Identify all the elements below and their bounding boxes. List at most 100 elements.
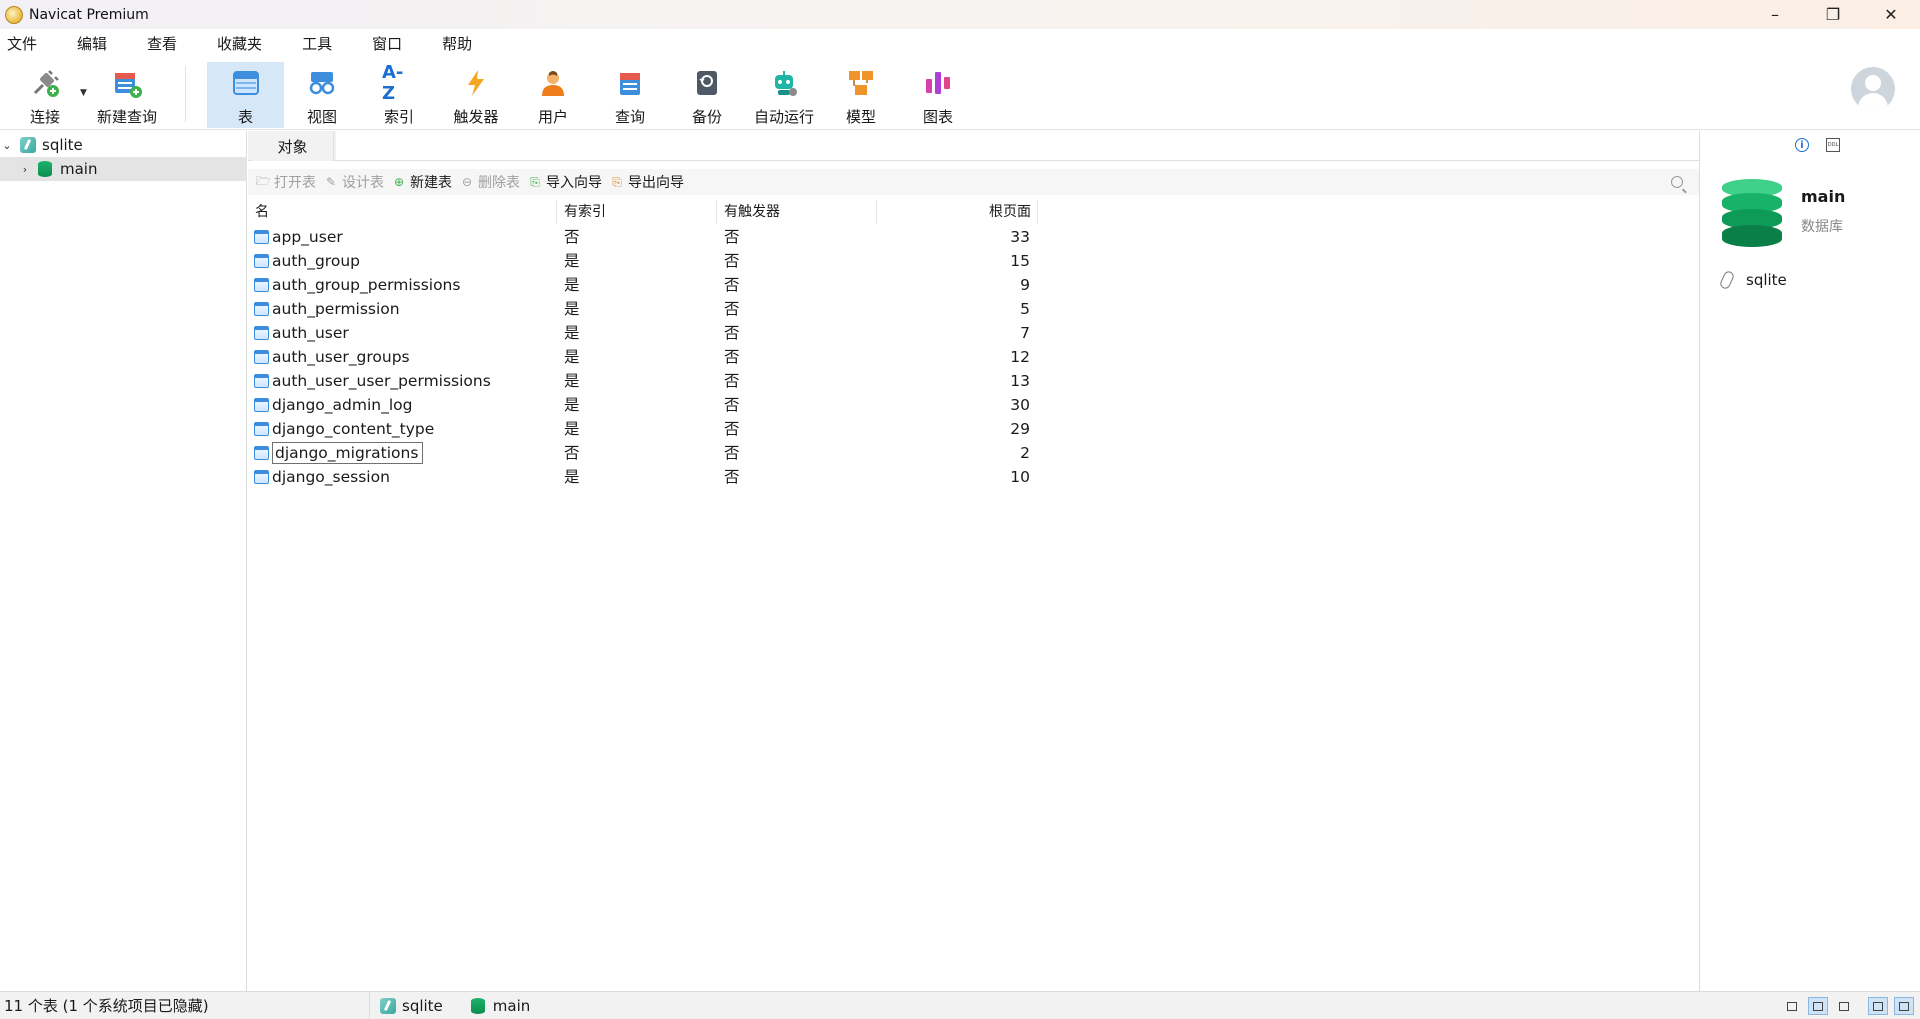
window-controls: – ❐ ✕ <box>1746 0 1920 29</box>
table-icon <box>254 254 269 268</box>
column-header-root-page[interactable]: 根页面 <box>877 200 1038 224</box>
table-icon <box>254 302 269 316</box>
tree-database-main[interactable]: › main <box>0 157 247 181</box>
status-database: main <box>465 997 530 1015</box>
user-avatar[interactable] <box>1851 67 1895 111</box>
tool-backup[interactable]: 备份 <box>679 62 735 128</box>
table-row[interactable]: django_session 是 否 10 <box>248 465 1038 489</box>
table-icon <box>254 326 269 340</box>
robot-icon <box>767 66 801 100</box>
window-title: Navicat Premium <box>29 6 149 23</box>
export-wizard-button[interactable]: ⎘ 导出向导 <box>610 172 684 192</box>
query-icon <box>613 66 647 100</box>
export-icon: ⎘ <box>612 174 622 189</box>
plus-circle-icon: ⊕ <box>393 175 405 189</box>
restore-button[interactable]: ❐ <box>1804 0 1862 29</box>
table-icon <box>229 66 263 100</box>
toggle-right-pane-icon[interactable] <box>1894 997 1914 1015</box>
search-icon[interactable] <box>1671 176 1683 188</box>
table-icon <box>254 278 269 292</box>
new-table-button[interactable]: ⊕ 新建表 <box>392 172 452 192</box>
new-query-button[interactable]: 新建查询 <box>94 62 160 128</box>
menu-edit[interactable]: 编辑 <box>69 31 123 57</box>
table-icon <box>254 374 269 388</box>
table-row[interactable]: auth_group_permissions 是 否 9 <box>248 273 1038 297</box>
design-table-button[interactable]: ✎ 设计表 <box>324 172 384 192</box>
tab-strip: 对象 <box>248 131 1699 161</box>
tab-objects[interactable]: 对象 <box>252 131 334 161</box>
column-header-has-index[interactable]: 有索引 <box>557 200 717 224</box>
ddl-icon[interactable]: DDL <box>1826 138 1840 152</box>
sqlite-connection-icon <box>20 137 36 153</box>
import-wizard-button[interactable]: ⎘ 导入向导 <box>528 172 602 192</box>
table-row[interactable]: django_content_type 是 否 29 <box>248 417 1038 441</box>
paperclip-icon <box>1718 269 1736 291</box>
tree-connection-sqlite[interactable]: ⌄ sqlite <box>0 133 247 157</box>
info-object-type: 数据库 <box>1801 219 1843 235</box>
toggle-left-pane-icon[interactable] <box>1868 997 1888 1015</box>
navicat-logo-icon <box>5 5 23 24</box>
tree-connection-label: sqlite <box>42 136 83 154</box>
title-bar: Navicat Premium – ❐ ✕ <box>0 0 1920 29</box>
delete-table-button[interactable]: ⊖ 删除表 <box>460 172 520 192</box>
table-row[interactable]: app_user 否 否 33 <box>248 225 1038 249</box>
table-row[interactable]: django_admin_log 是 否 30 <box>248 393 1038 417</box>
table-icon <box>254 350 269 364</box>
menu-favorites[interactable]: 收藏夹 <box>209 31 278 57</box>
tool-query[interactable]: 查询 <box>602 62 658 128</box>
list-view-icon[interactable] <box>1808 997 1828 1015</box>
table-row[interactable]: auth_group 是 否 15 <box>248 249 1038 273</box>
database-icon <box>470 997 485 1014</box>
menu-window[interactable]: 窗口 <box>364 31 418 57</box>
tool-view[interactable]: 视图 <box>294 62 350 128</box>
status-bar: 11 个表 (1 个系统项目已隐藏) sqlite main <box>0 991 1920 1019</box>
info-icon[interactable]: i <box>1795 138 1809 152</box>
navigation-pane: ⌄ sqlite › main <box>0 131 247 991</box>
minimize-button[interactable]: – <box>1746 0 1804 29</box>
table-icon <box>254 446 269 460</box>
tool-automation[interactable]: 自动运行 <box>750 62 818 128</box>
chevron-down-icon[interactable]: ⌄ <box>0 139 14 152</box>
tool-trigger[interactable]: 触发器 <box>446 62 506 128</box>
menu-bar: 文件 编辑 查看 收藏夹 工具 窗口 帮助 <box>0 31 1920 57</box>
tool-model[interactable]: 模型 <box>833 62 889 128</box>
view-glasses-icon <box>305 66 339 100</box>
database-icon <box>38 161 52 177</box>
info-panel: i DDL main 数据库 sqlite <box>1699 131 1920 991</box>
lightning-icon <box>459 66 493 100</box>
connect-button[interactable]: 连接 <box>20 62 70 128</box>
tree-database-label: main <box>60 160 98 178</box>
table-row[interactable]: auth_permission 是 否 5 <box>248 297 1038 321</box>
chevron-right-icon[interactable]: › <box>18 163 32 176</box>
tool-index[interactable]: A-Z 索引 <box>371 62 427 128</box>
table-row-selected[interactable]: django_migrations 否 否 2 <box>248 441 1038 465</box>
object-toolbar: 🗁 打开表 ✎ 设计表 ⊕ 新建表 ⊖ 删除表 ⎘ 导入向导 ⎘ 导出向导 <box>248 169 1699 195</box>
close-button[interactable]: ✕ <box>1862 0 1920 29</box>
open-table-button[interactable]: 🗁 打开表 <box>256 172 316 192</box>
detail-view-icon[interactable] <box>1834 997 1854 1015</box>
info-connection: sqlite <box>1718 269 1787 291</box>
tool-table[interactable]: 表 <box>207 62 284 128</box>
menu-help[interactable]: 帮助 <box>434 31 488 57</box>
table-icon <box>254 422 269 436</box>
tool-chart[interactable]: 图表 <box>910 62 966 128</box>
pencil-icon: ✎ <box>325 175 337 189</box>
connect-dropdown-icon[interactable]: ▼ <box>80 88 87 98</box>
minus-circle-icon: ⊖ <box>461 175 473 189</box>
grid-view-icon[interactable] <box>1782 997 1802 1015</box>
menu-view[interactable]: 查看 <box>139 31 193 57</box>
table-row[interactable]: auth_user 是 否 7 <box>248 321 1038 345</box>
menu-tools[interactable]: 工具 <box>294 31 348 57</box>
object-list: app_user 否 否 33 auth_group 是 否 15 auth_g… <box>248 225 1038 489</box>
view-mode-switcher <box>1776 997 1914 1015</box>
tool-user[interactable]: 用户 <box>525 62 581 128</box>
table-icon <box>254 470 269 484</box>
menu-file[interactable]: 文件 <box>0 31 53 57</box>
column-header-has-trigger[interactable]: 有触发器 <box>717 200 877 224</box>
table-icon <box>254 398 269 412</box>
az-index-icon: A-Z <box>382 62 404 104</box>
table-row[interactable]: auth_user_user_permissions 是 否 13 <box>248 369 1038 393</box>
user-icon <box>536 66 570 100</box>
table-row[interactable]: auth_user_groups 是 否 12 <box>248 345 1038 369</box>
column-header-name[interactable]: 名 <box>248 200 557 224</box>
